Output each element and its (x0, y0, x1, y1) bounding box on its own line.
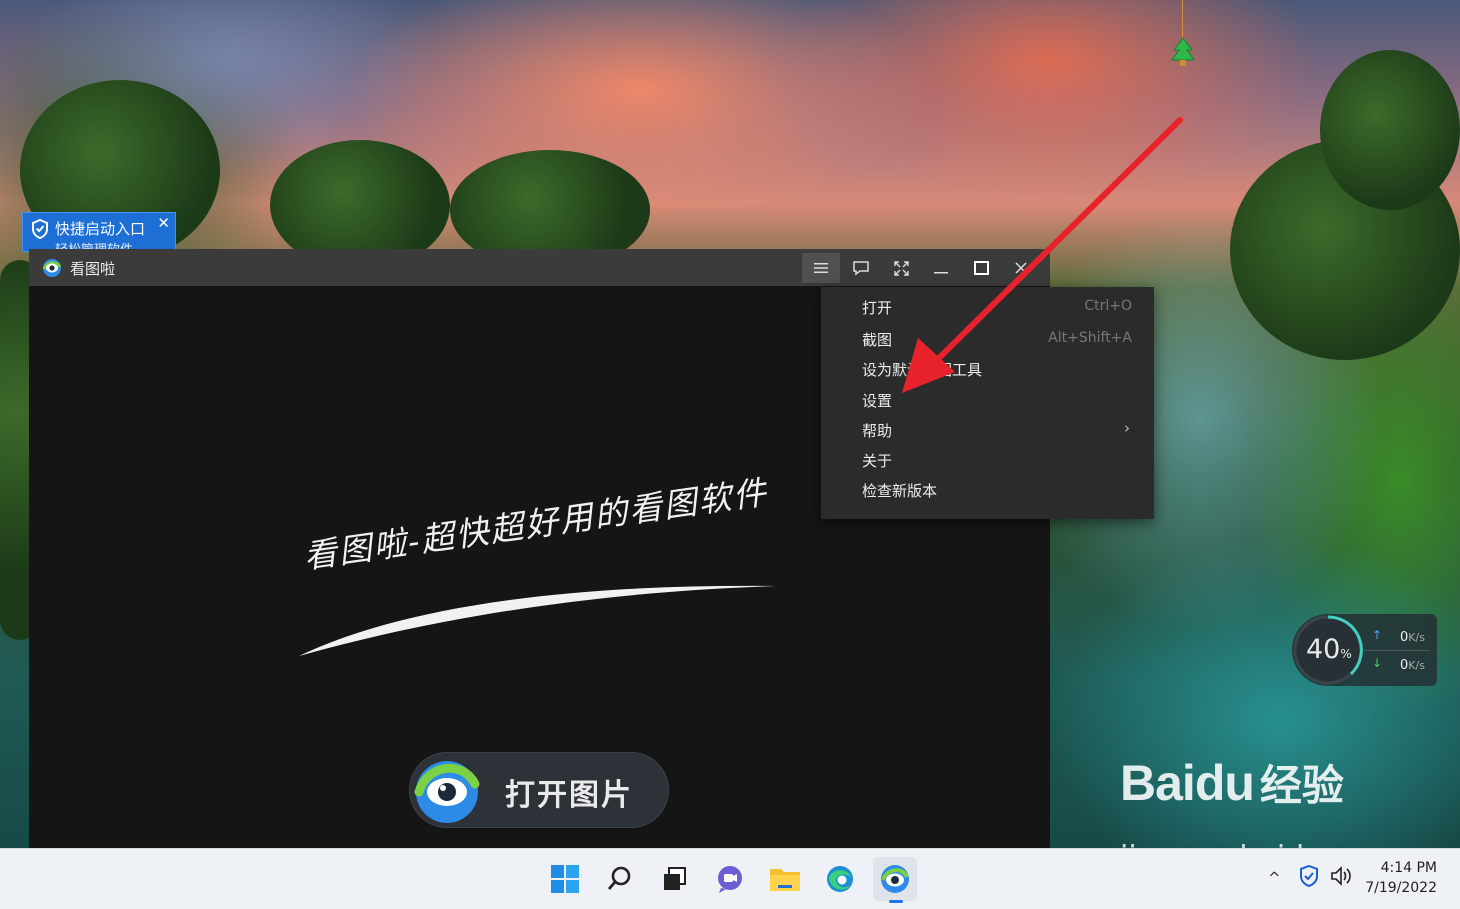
quick-launch-widget[interactable]: 快捷启动入口 轻松管理软件 ✕ (22, 212, 176, 252)
menu-icon (814, 263, 828, 273)
task-view-button[interactable] (653, 857, 697, 901)
ornament-string (1182, 0, 1183, 40)
christmas-tree-icon[interactable] (1170, 36, 1196, 70)
task-view-icon (664, 867, 686, 890)
menu-item-open[interactable]: 打开 Ctrl+O (821, 293, 1154, 321)
menu-item-shortcut: Alt+Shift+A (1048, 330, 1132, 346)
menu-item-screenshot[interactable]: 截图 Alt+Shift+A (821, 325, 1154, 353)
close-icon (1015, 262, 1027, 274)
menu-item-check-update[interactable]: 检查新版本 (821, 476, 1154, 504)
menu-item-label: 检查新版本 (862, 482, 938, 500)
divider (1364, 650, 1430, 651)
volume-icon[interactable] (1330, 865, 1354, 887)
image-viewer-taskbar-button[interactable] (873, 857, 917, 903)
teams-chat-button[interactable] (708, 857, 752, 901)
windows-start-icon (551, 865, 579, 893)
quick-launch-title: 快捷启动入口 (55, 220, 146, 238)
menu-item-label: 关于 (862, 452, 893, 470)
chat-bubble-icon (853, 261, 869, 276)
close-button[interactable] (1002, 253, 1040, 283)
search-icon (607, 866, 631, 890)
download-speed: 0K/s (1400, 658, 1425, 673)
taskbar: ^ 4:14 PM 7/19/2022 (0, 848, 1460, 909)
active-app-indicator (889, 900, 903, 903)
window-title: 看图啦 (70, 260, 116, 278)
feedback-button[interactable] (842, 253, 880, 283)
menu-item-label: 设置 (862, 392, 893, 410)
open-image-label: 打开图片 (505, 778, 633, 813)
download-arrow-icon: ↓ (1372, 656, 1383, 670)
baidu-watermark: Baidu经验 jingyan.baidu.com (1120, 755, 1397, 875)
app-logo-icon (881, 865, 909, 893)
menu-button[interactable] (802, 253, 840, 283)
menu-item-label: 截图 (862, 331, 893, 349)
app-logo-icon (410, 753, 484, 827)
teams-chat-icon (718, 866, 742, 893)
shield-icon (32, 219, 48, 239)
clock-time: 4:14 PM (1380, 860, 1437, 876)
wallpaper-tree (1320, 50, 1460, 210)
system-clock[interactable]: 4:14 PM 7/19/2022 (1365, 858, 1437, 898)
open-image-button[interactable]: 打开图片 (409, 752, 669, 828)
fullscreen-button[interactable] (882, 253, 920, 283)
cpu-usage-value: 40% (1306, 634, 1352, 665)
chevron-up-icon[interactable]: ^ (1268, 869, 1281, 887)
security-shield-icon[interactable] (1298, 865, 1320, 887)
menu-item-help[interactable]: 帮助 › (821, 416, 1154, 444)
menu-item-set-default[interactable]: 设为默认看图工具 (821, 355, 1154, 383)
app-logo-icon (42, 259, 62, 277)
edge-browser-button[interactable] (818, 857, 862, 901)
menu-item-label: 打开 (862, 299, 893, 317)
menu-item-label: 帮助 (862, 422, 893, 440)
menu-item-about[interactable]: 关于 (821, 446, 1154, 474)
menu-item-label: 设为默认看图工具 (862, 361, 983, 379)
fullscreen-icon (893, 260, 909, 276)
folder-icon (770, 869, 800, 891)
clock-date: 7/19/2022 (1365, 880, 1437, 896)
menu-item-shortcut: Ctrl+O (1084, 298, 1132, 314)
minimize-button[interactable] (922, 253, 960, 283)
window-titlebar[interactable]: 看图啦 (29, 249, 1050, 286)
upload-arrow-icon: ↑ (1372, 628, 1383, 642)
upload-speed: 0K/s (1400, 630, 1425, 645)
slogan-swoosh (299, 585, 776, 656)
main-menu-dropdown: 打开 Ctrl+O 截图 Alt+Shift+A 设为默认看图工具 设置 帮助 … (821, 287, 1154, 519)
search-button[interactable] (598, 857, 642, 901)
minimize-icon (934, 272, 948, 274)
maximize-icon (973, 261, 989, 275)
file-explorer-button[interactable] (763, 857, 807, 901)
network-monitor-widget[interactable]: 40% ↑ 0K/s ↓ 0K/s (1292, 614, 1437, 686)
maximize-button[interactable] (962, 253, 1000, 283)
edge-icon (827, 866, 853, 892)
menu-item-settings[interactable]: 设置 (821, 386, 1154, 414)
start-button[interactable] (543, 857, 587, 901)
chevron-right-icon: › (1124, 419, 1130, 437)
close-icon[interactable]: ✕ (157, 214, 170, 232)
